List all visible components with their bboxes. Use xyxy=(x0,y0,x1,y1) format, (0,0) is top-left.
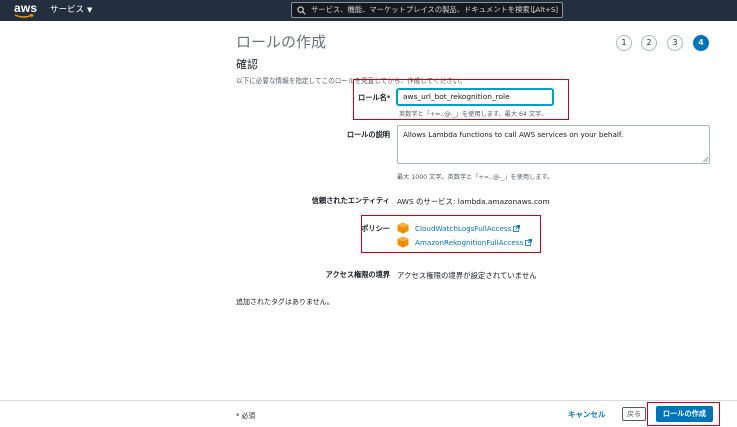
role-description-hint: 最大 1000 文字。英数字と「+=,.@-_」を使用します。 xyxy=(397,174,554,181)
aws-policy-cube-icon xyxy=(397,222,409,234)
policy-link-cloudwatch[interactable]: CloudWatchLogsFullAccess xyxy=(415,224,521,233)
policies-label: ポリシー xyxy=(361,224,390,233)
cancel-button[interactable]: キャンセル xyxy=(568,409,606,420)
trusted-entities-label: 信頼されたエンティティ xyxy=(311,196,390,205)
search-placeholder: サービス、機能、マーケットプレイスの製品、ドキュメントを検索し xyxy=(311,5,537,14)
highlight-box-policies xyxy=(361,215,541,253)
role-name-input[interactable]: aws_url_bot_rekognition_role xyxy=(397,89,553,105)
aws-smile-icon xyxy=(14,14,34,18)
top-nav-bar: aws サービス ▼ サービス、機能、マーケットプレイスの製品、ドキュメントを検索… xyxy=(0,0,737,21)
page-title: ロールの作成 xyxy=(236,33,327,51)
search-input[interactable]: サービス、機能、マーケットプレイスの製品、ドキュメントを検索し [Alt+S] xyxy=(291,2,563,18)
permissions-boundary-value: アクセス権限の境界が設定されていません xyxy=(397,271,537,280)
role-description-textarea[interactable]: Allows Lambda functions to call AWS serv… xyxy=(397,125,710,164)
resize-grip-icon[interactable] xyxy=(702,156,708,162)
aws-policy-cube-icon xyxy=(397,236,409,248)
role-description-value: Allows Lambda functions to call AWS serv… xyxy=(403,130,624,139)
role-name-hint: 英数字と「+=,.@-_」を使用します。最大 64 文字。 xyxy=(399,111,548,118)
permissions-boundary-label: アクセス権限の境界 xyxy=(325,270,390,279)
policy-name: CloudWatchLogsFullAccess xyxy=(415,224,512,233)
back-button[interactable]: 戻る xyxy=(622,407,646,421)
section-title: 確認 xyxy=(236,58,258,71)
search-icon xyxy=(297,6,306,15)
step-1[interactable]: 1 xyxy=(616,35,632,51)
create-role-button[interactable]: ロールの作成 xyxy=(656,406,713,422)
trusted-entities-value: AWS のサービス: lambda.amazonaws.com xyxy=(397,197,550,206)
required-note: * 必須 xyxy=(236,412,256,420)
external-link-icon xyxy=(513,225,521,232)
footer-divider xyxy=(0,400,737,401)
role-description-label: ロールの説明 xyxy=(346,130,390,139)
aws-logo[interactable]: aws xyxy=(14,1,37,15)
services-label: サービス xyxy=(50,5,85,15)
role-name-label: ロール名* xyxy=(358,93,391,102)
caret-down-icon: ▼ xyxy=(87,6,93,14)
services-menu[interactable]: サービス ▼ xyxy=(50,4,92,16)
policy-link-rekognition[interactable]: AmazonRekognitionFullAccess xyxy=(415,238,533,247)
step-2[interactable]: 2 xyxy=(641,35,657,51)
external-link-icon xyxy=(525,239,533,246)
search-shortcut: [Alt+S] xyxy=(532,6,558,14)
step-3[interactable]: 3 xyxy=(667,35,683,51)
step-4-active[interactable]: 4 xyxy=(693,35,709,51)
policy-name: AmazonRekognitionFullAccess xyxy=(415,238,524,247)
tags-note: 追加されたタグはありません。 xyxy=(236,298,334,306)
